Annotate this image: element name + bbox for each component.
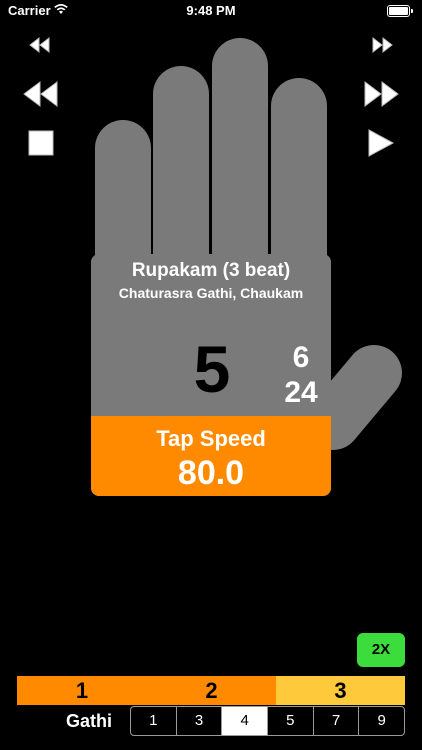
rewind-icon: [23, 81, 58, 107]
fast-forward-button[interactable]: [362, 80, 400, 108]
play-icon: [368, 129, 395, 157]
gathi-option-3[interactable]: 3: [175, 707, 222, 735]
gathi-option-4[interactable]: 4: [221, 707, 268, 735]
beat-segment-3: 3: [276, 676, 405, 705]
beat-segment-2: 2: [147, 676, 276, 705]
finger-little: [95, 120, 151, 260]
palm-panel[interactable]: Rupakam (3 beat) Chaturasra Gathi, Chauk…: [91, 254, 331, 496]
stop-icon: [28, 130, 54, 156]
tap-speed-label: Tap Speed: [156, 426, 266, 451]
finger-middle: [212, 38, 268, 260]
battery-icon: [387, 5, 413, 17]
speed-up-button[interactable]: [370, 36, 394, 54]
gathi-option-7[interactable]: 7: [312, 707, 359, 735]
rewind-button[interactable]: [22, 80, 60, 108]
slow-down-button[interactable]: [28, 36, 52, 54]
gathi-option-1[interactable]: 1: [131, 707, 176, 735]
count-bottom: 24: [284, 376, 318, 409]
slow-down-icon: [29, 36, 50, 54]
tala-name: Rupakam (3 beat): [131, 260, 291, 281]
gathi-label: Gathi: [66, 711, 113, 731]
tala-subtitle: Chaturasra Gathi, Chaukam: [118, 285, 304, 301]
status-bar: Carrier 9:48 PM: [0, 0, 422, 22]
finger-ring: [153, 66, 209, 260]
tap-speed-button[interactable]: Tap Speed 80.0: [91, 416, 331, 496]
finger-index: [271, 78, 327, 260]
status-time: 9:48 PM: [186, 3, 236, 18]
multiplier-button[interactable]: 2X: [357, 633, 405, 667]
fast-forward-icon: [364, 81, 399, 107]
current-beat: 5: [193, 332, 231, 406]
beat-segment-1: 1: [17, 676, 147, 705]
play-button[interactable]: [366, 128, 396, 158]
tap-speed-value: 80.0: [177, 454, 245, 492]
gathi-option-9[interactable]: 9: [358, 707, 404, 735]
beat-bar: 1 2 3: [17, 676, 405, 705]
gathi-segmented-control: 1 3 4 5 7 9: [130, 706, 405, 736]
gathi-option-5[interactable]: 5: [267, 707, 313, 735]
speed-up-icon: [372, 36, 393, 54]
stop-button[interactable]: [27, 129, 55, 157]
count-top: 6: [292, 341, 310, 374]
